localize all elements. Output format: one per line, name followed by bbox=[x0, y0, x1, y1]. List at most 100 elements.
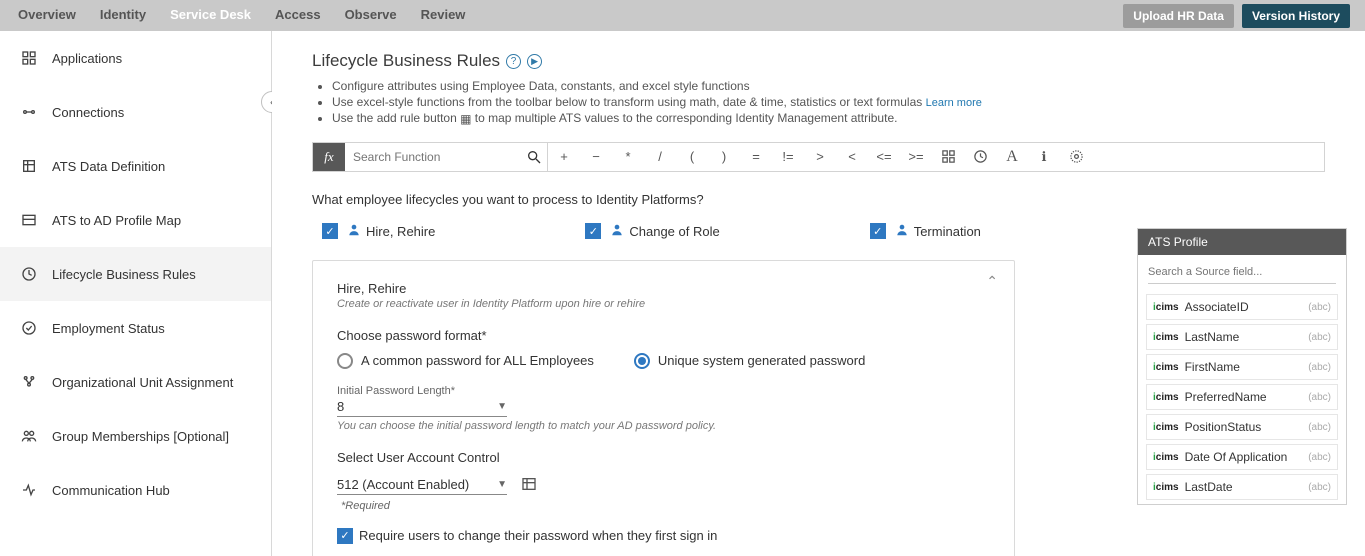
lifecycle-option-label: Change of Role bbox=[629, 224, 719, 239]
ats-field-name: FirstName bbox=[1185, 360, 1240, 374]
password-length-select[interactable]: 8 ▼ bbox=[337, 397, 507, 417]
panel-subtitle: Create or reactivate user in Identity Pl… bbox=[337, 298, 990, 310]
sidebar-item[interactable]: Group Memberships [Optional] bbox=[0, 409, 271, 463]
grid-icon[interactable] bbox=[932, 143, 964, 171]
ats-search-input[interactable] bbox=[1148, 261, 1336, 284]
play-icon[interactable]: ▶ bbox=[527, 54, 542, 69]
operator-button[interactable]: ( bbox=[676, 143, 708, 171]
info-icon[interactable]: ℹ bbox=[1028, 143, 1060, 171]
icims-logo: icims bbox=[1153, 332, 1179, 343]
person-icon bbox=[347, 223, 361, 240]
password-format-radios: A common password for ALL Employees Uniq… bbox=[337, 353, 990, 369]
sidebar-item-label: Employment Status bbox=[52, 321, 165, 336]
ats-field-item[interactable]: icims LastName (abc) bbox=[1146, 324, 1338, 350]
lifecycle-question: What employee lifecycles you want to pro… bbox=[312, 192, 1325, 207]
operator-button[interactable]: = bbox=[740, 143, 772, 171]
lifecycle-option: ✓ Change of Role bbox=[585, 223, 719, 240]
uac-value: 512 (Account Enabled) bbox=[337, 477, 469, 492]
sidebar: ‹ ApplicationsConnectionsATS Data Defini… bbox=[0, 31, 272, 556]
sidebar-item[interactable]: Organizational Unit Assignment bbox=[0, 355, 271, 409]
sidebar-icon bbox=[20, 211, 38, 229]
operator-button[interactable]: != bbox=[772, 143, 804, 171]
clock-icon[interactable] bbox=[964, 143, 996, 171]
uac-required-label: *Required bbox=[337, 500, 990, 512]
sidebar-icon bbox=[20, 157, 38, 175]
topnav-item[interactable]: Overview bbox=[15, 0, 79, 31]
operator-button[interactable]: − bbox=[580, 143, 612, 171]
help-icon[interactable]: ? bbox=[506, 54, 521, 69]
page-bullet: Use the add rule button ▦ to map multipl… bbox=[332, 111, 1325, 126]
sidebar-icon bbox=[20, 481, 38, 499]
sidebar-item[interactable]: Applications bbox=[0, 31, 271, 85]
version-history-button[interactable]: Version History bbox=[1242, 4, 1350, 28]
sidebar-item-label: Applications bbox=[52, 51, 122, 66]
radio-unique-password-label: Unique system generated password bbox=[658, 353, 865, 368]
ats-field-type: (abc) bbox=[1308, 332, 1331, 343]
topnav-item[interactable]: Service Desk bbox=[167, 0, 254, 31]
collapse-panel-icon[interactable]: ⌃ bbox=[986, 273, 998, 290]
operator-button[interactable]: <= bbox=[868, 143, 900, 171]
sidebar-item-label: Group Memberships [Optional] bbox=[52, 429, 229, 444]
operator-button[interactable]: / bbox=[644, 143, 676, 171]
sidebar-item-label: Connections bbox=[52, 105, 124, 120]
learn-more-link[interactable]: Learn more bbox=[926, 97, 982, 109]
ats-field-name: LastName bbox=[1185, 330, 1240, 344]
sidebar-icon bbox=[20, 427, 38, 445]
search-function-input[interactable] bbox=[345, 143, 520, 171]
ats-field-type: (abc) bbox=[1308, 482, 1331, 493]
ats-field-type: (abc) bbox=[1308, 302, 1331, 313]
operator-button[interactable]: + bbox=[548, 143, 580, 171]
lifecycle-checkbox[interactable]: ✓ bbox=[585, 223, 601, 239]
lifecycle-checkbox[interactable]: ✓ bbox=[322, 223, 338, 239]
ats-field-item[interactable]: icimsAssociateID(abc) bbox=[1146, 294, 1338, 320]
topnav-item[interactable]: Identity bbox=[97, 0, 149, 31]
uac-select[interactable]: 512 (Account Enabled) ▼ bbox=[337, 475, 507, 495]
ats-field-item[interactable]: icimsPositionStatus(abc) bbox=[1146, 414, 1338, 440]
sidebar-item-label: ATS Data Definition bbox=[52, 159, 165, 174]
search-icon[interactable] bbox=[520, 143, 548, 171]
page-description-list: Configure attributes using Employee Data… bbox=[312, 79, 1325, 126]
table-icon[interactable] bbox=[521, 476, 537, 495]
sidebar-item[interactable]: Connections bbox=[0, 85, 271, 139]
ats-field-item[interactable]: icims LastDate (abc) bbox=[1146, 474, 1338, 500]
checkbox-change-password-label: Require users to change their password w… bbox=[359, 528, 717, 543]
ats-field-item[interactable]: icimsPreferredName(abc) bbox=[1146, 384, 1338, 410]
text-icon[interactable]: A bbox=[996, 143, 1028, 171]
choose-password-format-label: Choose password format* bbox=[337, 328, 990, 343]
operator-button[interactable]: ) bbox=[708, 143, 740, 171]
lifecycle-option: ✓Termination bbox=[870, 223, 981, 240]
topnav-item[interactable]: Review bbox=[418, 0, 469, 31]
sidebar-item[interactable]: ATS to AD Profile Map bbox=[0, 193, 271, 247]
lifecycle-checkbox[interactable]: ✓ bbox=[870, 223, 886, 239]
ats-field-type: (abc) bbox=[1308, 362, 1331, 373]
radio-common-password[interactable] bbox=[337, 353, 353, 369]
sidebar-item[interactable]: ATS Data Definition bbox=[0, 139, 271, 193]
topnav-item[interactable]: Observe bbox=[342, 0, 400, 31]
ats-profile-panel: ATS Profile icimsAssociateID(abc)icimsLa… bbox=[1137, 228, 1347, 505]
ats-field-name: Date Of Application bbox=[1185, 450, 1288, 464]
sidebar-item[interactable]: Employment Status bbox=[0, 301, 271, 355]
topnav-item[interactable]: Access bbox=[272, 0, 324, 31]
operator-button[interactable]: >= bbox=[900, 143, 932, 171]
operator-button[interactable]: * bbox=[612, 143, 644, 171]
add-rule-icon: ▦ bbox=[460, 112, 471, 126]
radio-unique-password[interactable] bbox=[634, 353, 650, 369]
ats-field-item[interactable]: icimsDate Of Application(abc) bbox=[1146, 444, 1338, 470]
ats-field-name: LastDate bbox=[1185, 480, 1233, 494]
fx-icon: fx bbox=[313, 143, 345, 171]
sidebar-item[interactable]: Communication Hub bbox=[0, 463, 271, 517]
operator-button[interactable]: > bbox=[804, 143, 836, 171]
sidebar-item[interactable]: Lifecycle Business Rules bbox=[0, 247, 271, 301]
ats-field-item[interactable]: icims FirstName (abc) bbox=[1146, 354, 1338, 380]
checkbox-change-password[interactable]: ✓ bbox=[337, 528, 353, 544]
gear-icon[interactable] bbox=[1060, 143, 1092, 171]
icims-logo: icims bbox=[1153, 362, 1179, 373]
ats-field-type: (abc) bbox=[1308, 392, 1331, 403]
person-icon bbox=[610, 223, 624, 240]
operator-button[interactable]: < bbox=[836, 143, 868, 171]
ats-field-type: (abc) bbox=[1308, 422, 1331, 433]
upload-hr-data-button[interactable]: Upload HR Data bbox=[1123, 4, 1234, 28]
sidebar-icon bbox=[20, 319, 38, 337]
icims-logo: icims bbox=[1153, 482, 1179, 493]
toolbar-category-icons: A ℹ bbox=[932, 143, 1092, 171]
